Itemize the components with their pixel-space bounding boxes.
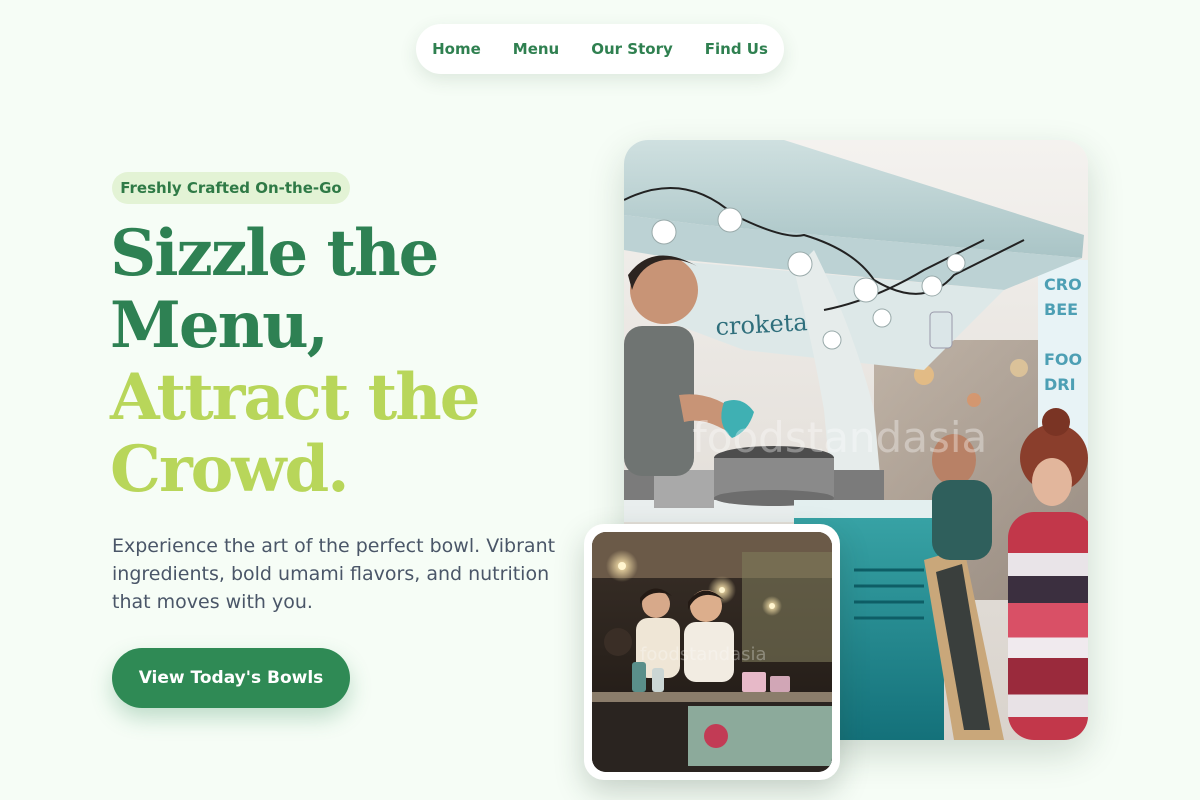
headline-line-3: Attract the <box>110 360 480 435</box>
hero-description: Experience the art of the perfect bowl. … <box>112 535 556 613</box>
small-photo-watermark: foodstandasia <box>640 644 767 665</box>
hero-headline: Sizzle the Menu, Attract the Crowd. <box>110 218 580 506</box>
headline-line-2: Menu, <box>110 288 329 363</box>
view-bowls-button[interactable]: View Today's Bowls <box>112 648 350 708</box>
svg-text:CRO: CRO <box>1044 275 1082 294</box>
headline-line-1: Sizzle the <box>110 216 439 291</box>
food-stall-photo-card: foodstandasia <box>584 524 840 780</box>
svg-text:DRI: DRI <box>1044 375 1076 394</box>
nav-link-find-us[interactable]: Find Us <box>689 40 784 58</box>
headline-line-4: Crowd. <box>110 432 349 507</box>
nav-link-our-story[interactable]: Our Story <box>575 40 689 58</box>
main-photo-watermark: foodstandasia <box>692 413 987 462</box>
svg-text:FOO: FOO <box>1044 350 1082 369</box>
landing-page: Home Menu Our Story Find Us Freshly Craf… <box>0 0 1200 800</box>
hero-badge: Freshly Crafted On-the-Go <box>112 172 350 204</box>
food-stall-photo: foodstandasia <box>592 532 832 772</box>
svg-text:BEE: BEE <box>1044 300 1078 319</box>
top-navigation: Home Menu Our Story Find Us <box>416 24 784 74</box>
nav-link-menu[interactable]: Menu <box>497 40 575 58</box>
nav-link-home[interactable]: Home <box>416 40 497 58</box>
